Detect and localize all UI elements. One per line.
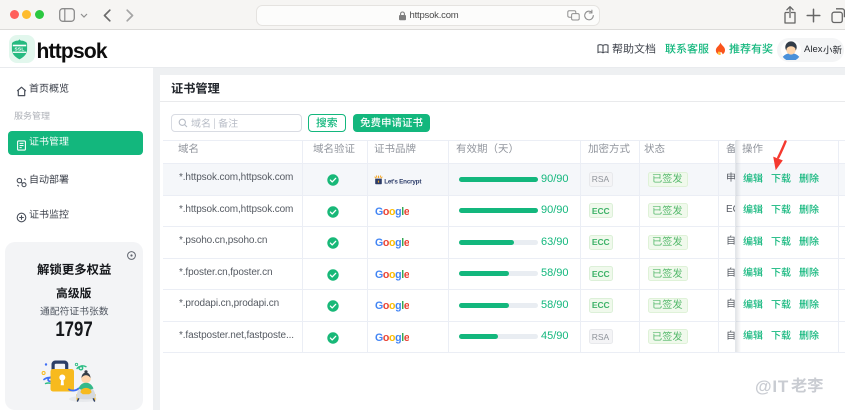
- svg-text:Google: Google: [375, 300, 409, 312]
- svg-text:Google: Google: [375, 269, 409, 281]
- svg-text:Let's Encrypt: Let's Encrypt: [384, 178, 422, 185]
- svg-text:Google: Google: [375, 332, 409, 344]
- svg-text:Google: Google: [375, 237, 409, 249]
- svg-text:SSL: SSL: [14, 46, 24, 52]
- svg-text:Google: Google: [375, 206, 409, 218]
